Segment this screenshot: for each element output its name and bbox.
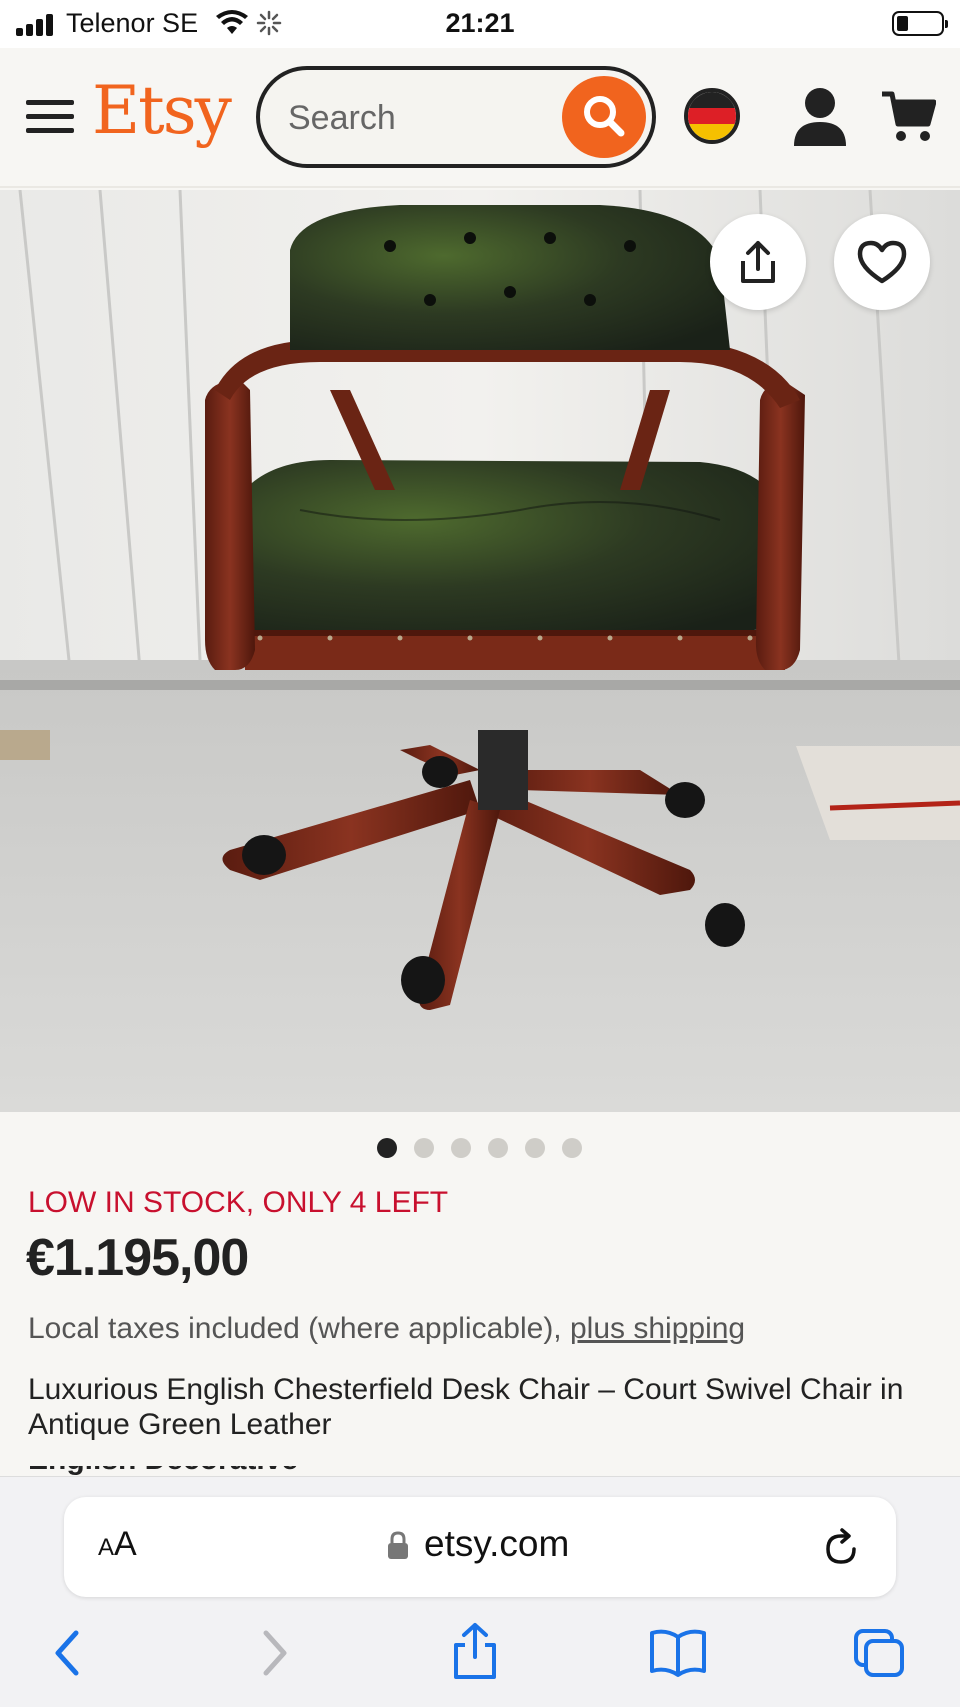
carousel-dot[interactable] — [561, 1138, 582, 1158]
shipping-link[interactable]: plus shipping — [570, 1312, 745, 1345]
tax-text: Local taxes included (where applicable), — [28, 1312, 570, 1345]
product-image[interactable] — [0, 190, 960, 1112]
stock-notice: LOW IN STOCK, ONLY 4 LEFT — [28, 1186, 449, 1219]
lock-icon — [388, 1531, 408, 1559]
carousel-dot[interactable] — [524, 1138, 545, 1158]
site-header: Etsy — [0, 48, 960, 188]
search-icon — [584, 95, 625, 136]
status-bar: Telenor SE 21:21 — [0, 0, 960, 48]
forward-icon[interactable] — [258, 1627, 292, 1679]
favorite-button[interactable] — [834, 214, 930, 310]
browser-toolbar: AA etsy.com — [0, 1476, 960, 1707]
product-title: Luxurious English Chesterfield Desk Chai… — [28, 1373, 904, 1441]
reload-icon[interactable] — [820, 1527, 862, 1569]
tax-info: Local taxes included (where applicable),… — [28, 1312, 745, 1346]
address-bar[interactable]: AA etsy.com — [64, 1497, 896, 1597]
account-icon[interactable] — [792, 86, 848, 146]
battery-icon — [892, 11, 948, 36]
share-button[interactable] — [710, 214, 806, 310]
chair-photo — [0, 190, 960, 1112]
back-icon[interactable] — [50, 1627, 84, 1679]
carousel-dots[interactable] — [0, 1138, 960, 1158]
hamburger-menu-icon[interactable] — [26, 98, 76, 134]
clock: 21:21 — [445, 8, 515, 38]
cart-icon[interactable] — [880, 88, 936, 144]
search-box — [256, 66, 656, 168]
search-input[interactable] — [288, 90, 548, 146]
carousel-dot[interactable] — [376, 1138, 397, 1158]
etsy-logo[interactable]: Etsy — [92, 72, 232, 149]
carousel-dot[interactable] — [450, 1138, 471, 1158]
product-price: €1.195,00 — [26, 1229, 249, 1287]
heart-icon — [857, 240, 907, 284]
share-sheet-icon[interactable] — [450, 1621, 500, 1681]
germany-flag-icon[interactable] — [684, 88, 740, 144]
text-size-button[interactable]: AA — [98, 1525, 137, 1564]
carousel-dot[interactable] — [413, 1138, 434, 1158]
search-button[interactable] — [562, 76, 646, 158]
share-icon — [741, 241, 775, 283]
bookmarks-icon[interactable] — [648, 1627, 708, 1679]
carousel-dot[interactable] — [487, 1138, 508, 1158]
tabs-icon[interactable] — [852, 1627, 908, 1681]
url-text[interactable]: etsy.com — [424, 1523, 569, 1565]
